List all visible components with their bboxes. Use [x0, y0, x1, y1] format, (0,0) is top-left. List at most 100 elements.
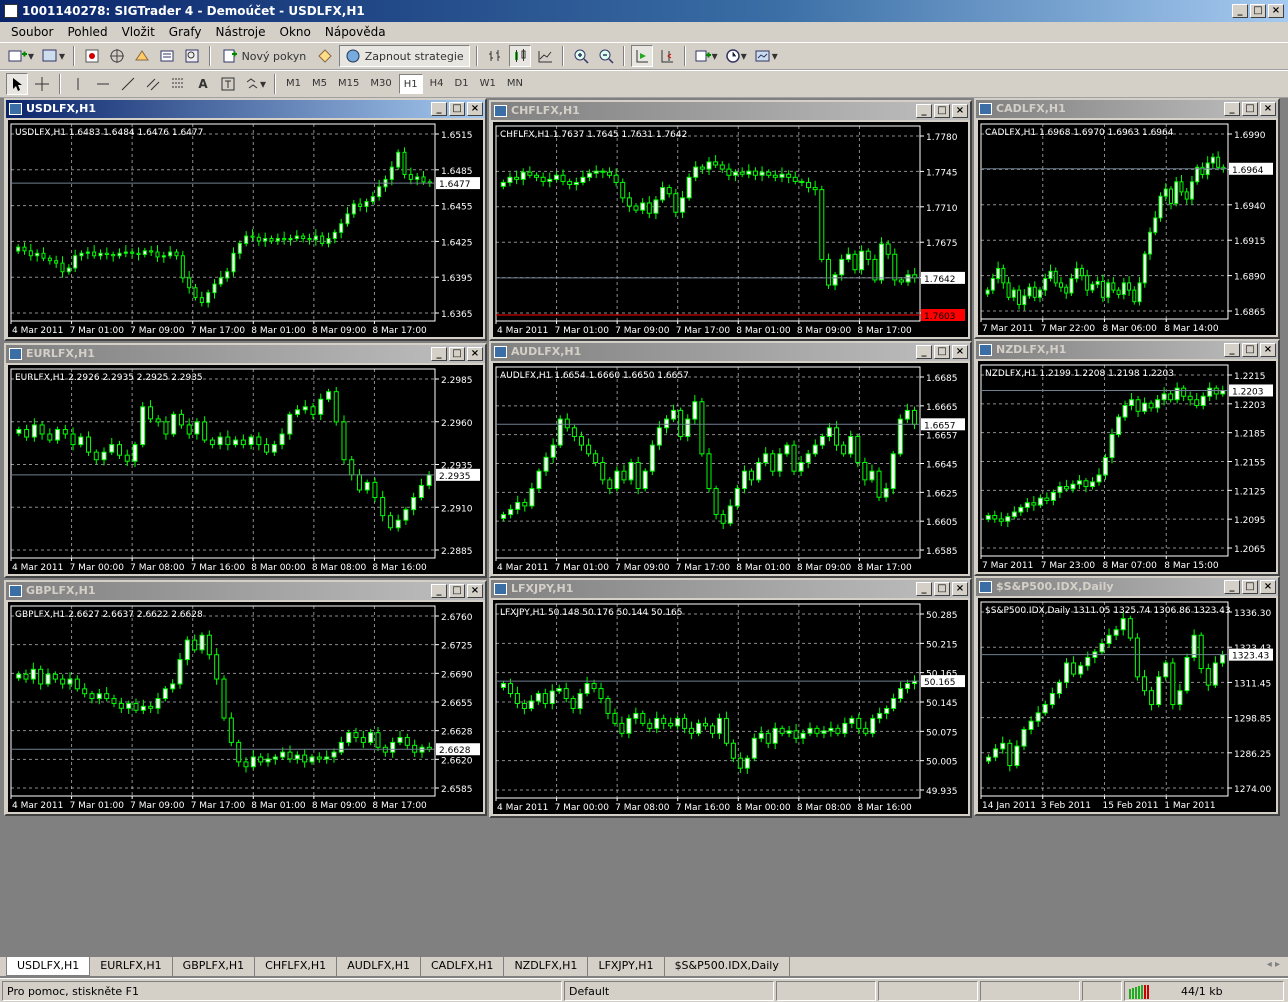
close-icon[interactable]: ×	[467, 347, 483, 361]
timeframe-m5[interactable]: M5	[308, 74, 331, 94]
menu-vlozit[interactable]: Vložit	[115, 22, 162, 42]
candlestick-chart-icon[interactable]	[508, 45, 531, 67]
chart-window-audlfx[interactable]: AUDLFX,H1 _ □ × 1.6685 1.6665 1.6657 1.6645 1.66…	[489, 341, 972, 578]
timeframe-m1[interactable]: M1	[282, 74, 305, 94]
tab-chflfx[interactable]: CHFLFX,H1	[255, 957, 338, 976]
minimize-icon[interactable]: _	[1224, 343, 1240, 357]
arrows-icon[interactable]: ▾	[242, 73, 268, 95]
bar-chart-icon[interactable]	[484, 45, 506, 67]
chart-window-nzdlfx[interactable]: NZDLFX,H1 _ □ × 1.2215 1.2203 1.2185 1.2155 1.21…	[974, 339, 1280, 576]
minimize-icon[interactable]: _	[431, 584, 447, 598]
menu-okno[interactable]: Okno	[273, 22, 318, 42]
maximize-icon[interactable]: □	[1250, 4, 1266, 18]
chart-title-bar[interactable]: CHFLFX,H1 _ □ ×	[491, 102, 970, 120]
chart-canvas[interactable]: 50.285 50.215 50.165 50.145 50.075 50.005 49.9…	[493, 600, 968, 814]
menu-nastroje[interactable]: Nástroje	[209, 22, 273, 42]
close-icon[interactable]: ×	[1260, 580, 1276, 594]
tab-audlfx[interactable]: AUDLFX,H1	[337, 957, 421, 976]
close-icon[interactable]: ×	[952, 582, 968, 596]
data-window-icon[interactable]	[106, 45, 128, 67]
minimize-icon[interactable]: _	[916, 104, 932, 118]
maximize-icon[interactable]: □	[1242, 580, 1258, 594]
chart-title-bar[interactable]: NZDLFX,H1 _ □ ×	[976, 341, 1278, 359]
chart-canvas[interactable]: 1.69901.69641.69401.69151.68901.68651.69…	[978, 120, 1276, 335]
tab-sp500[interactable]: $S&P500.IDX,Daily	[665, 957, 790, 976]
minimize-icon[interactable]: _	[916, 582, 932, 596]
timeframe-m15[interactable]: M15	[334, 74, 363, 94]
chart-canvas[interactable]: 2.2985 2.2960 2.2935 2.2910 2.2885 2.2935 EURL…	[8, 365, 483, 574]
trendline-icon[interactable]	[117, 73, 139, 95]
close-icon[interactable]: ×	[952, 104, 968, 118]
close-icon[interactable]: ×	[467, 102, 483, 116]
chart-canvas[interactable]: 1.6515 1.6485 1.6455 1.6425 1.6395 1.6365 1.64…	[8, 120, 483, 337]
chart-title-bar[interactable]: USDLFX,H1 _ □ ×	[6, 100, 485, 118]
maximize-icon[interactable]: □	[449, 347, 465, 361]
minimize-icon[interactable]: _	[431, 347, 447, 361]
cursor-icon[interactable]	[6, 73, 28, 95]
maximize-icon[interactable]: □	[934, 104, 950, 118]
fibonacci-icon[interactable]	[167, 73, 189, 95]
chart-window-usdlfx[interactable]: USDLFX,H1 _ □ × 1.6515 1.6485 1.6455 1.6425 1.63…	[4, 98, 487, 341]
chart-window-eurlfx[interactable]: EURLFX,H1 _ □ × 2.2985 2.2960 2.2935 2.2910 2.28…	[4, 343, 487, 578]
chart-canvas[interactable]: 2.6760 2.6725 2.6690 2.6655 2.6628 2.6620 2.65…	[8, 602, 483, 812]
maximize-icon[interactable]: □	[1242, 343, 1258, 357]
maximize-icon[interactable]: □	[934, 582, 950, 596]
maximize-icon[interactable]: □	[449, 584, 465, 598]
menu-grafy[interactable]: Grafy	[162, 22, 209, 42]
close-icon[interactable]: ×	[1268, 4, 1284, 18]
chart-title-bar[interactable]: AUDLFX,H1 _ □ ×	[491, 343, 970, 361]
close-icon[interactable]: ×	[1260, 102, 1276, 116]
chart-window-chflfx[interactable]: CHFLFX,H1 _ □ × 1.7780 1.7745 1.7710 1.7675 1.76…	[489, 100, 972, 341]
navigator-icon[interactable]	[131, 45, 153, 67]
tab-nzdlfx[interactable]: NZDLFX,H1	[504, 957, 589, 976]
vertical-line-icon[interactable]	[67, 73, 89, 95]
menu-napoveda[interactable]: Nápověda	[318, 22, 393, 42]
chart-canvas[interactable]: 1.6685 1.6665 1.6657 1.6645 1.6625 1.6605 1.65…	[493, 363, 968, 574]
maximize-icon[interactable]: □	[1242, 102, 1258, 116]
chart-title-bar[interactable]: $S&P500.IDX,Daily _ □ ×	[976, 578, 1278, 596]
minimize-icon[interactable]: _	[431, 102, 447, 116]
tab-cadlfx[interactable]: CADLFX,H1	[421, 957, 505, 976]
tab-eurlfx[interactable]: EURLFX,H1	[90, 957, 173, 976]
new-chart-icon[interactable]: ▾	[6, 45, 36, 67]
strategy-toggle-button[interactable]: Zapnout strategie	[339, 45, 470, 67]
templates-icon[interactable]: ▾	[752, 45, 780, 67]
chart-canvas[interactable]: 1336.30 1323.43 1311.45 1298.85 1286.25 1274.…	[978, 598, 1276, 812]
auto-scroll-icon[interactable]	[630, 45, 653, 67]
terminal-icon[interactable]	[156, 45, 178, 67]
periods-icon[interactable]: ▾	[723, 45, 749, 67]
chart-canvas[interactable]: 1.2215 1.2203 1.2185 1.2155 1.2125 1.2095 1.20…	[978, 361, 1276, 572]
timeframe-d1[interactable]: D1	[451, 74, 473, 94]
text-icon[interactable]: A	[192, 73, 214, 95]
timeframe-h4[interactable]: H4	[426, 74, 448, 94]
tab-usdlfx[interactable]: USDLFX,H1	[6, 957, 91, 976]
maximize-icon[interactable]: □	[934, 345, 950, 359]
chart-window-cadlfx[interactable]: CADLFX,H1 _□× 1.6990 1.6964 1.6940 1.6915 1.68…	[974, 98, 1280, 339]
chart-title-bar[interactable]: EURLFX,H1 _ □ ×	[6, 345, 485, 363]
horizontal-line-icon[interactable]	[92, 73, 114, 95]
new-order-button[interactable]: Nový pokyn	[217, 45, 311, 67]
close-icon[interactable]: ×	[467, 584, 483, 598]
chart-title-bar[interactable]: LFXJPY,H1 _ □ ×	[491, 580, 970, 598]
chart-shift-icon[interactable]	[656, 45, 678, 67]
minimize-icon[interactable]: _	[1224, 580, 1240, 594]
tab-gbplfx[interactable]: GBPLFX,H1	[173, 957, 256, 976]
indicators-icon[interactable]: ▾	[692, 45, 720, 67]
chart-window-sp500[interactable]: $S&P500.IDX,Daily _□× 1336.30 1323.43 1311.4…	[974, 576, 1280, 816]
line-chart-icon[interactable]	[534, 45, 556, 67]
zoom-out-icon[interactable]	[595, 45, 617, 67]
menu-soubor[interactable]: Soubor	[4, 22, 60, 42]
market-watch-icon[interactable]	[81, 45, 103, 67]
minimize-icon[interactable]: _	[1224, 102, 1240, 116]
minimize-icon[interactable]: _	[1232, 4, 1248, 18]
timeframe-h1[interactable]: H1	[398, 74, 423, 94]
chart-window-lfxjpy[interactable]: LFXJPY,H1 _ □ × 50.285 50.215 50.165 50.145 50.0…	[489, 578, 972, 818]
minimize-icon[interactable]: _	[916, 345, 932, 359]
chart-title-bar[interactable]: GBPLFX,H1 _ □ ×	[6, 582, 485, 600]
close-icon[interactable]: ×	[952, 345, 968, 359]
profiles-icon[interactable]: ▾	[39, 45, 67, 67]
close-icon[interactable]: ×	[1260, 343, 1276, 357]
timeframe-m30[interactable]: M30	[366, 74, 395, 94]
tab-lfxjpy[interactable]: LFXJPY,H1	[588, 957, 665, 976]
chart-title-bar[interactable]: CADLFX,H1 _ □ ×	[976, 100, 1278, 118]
